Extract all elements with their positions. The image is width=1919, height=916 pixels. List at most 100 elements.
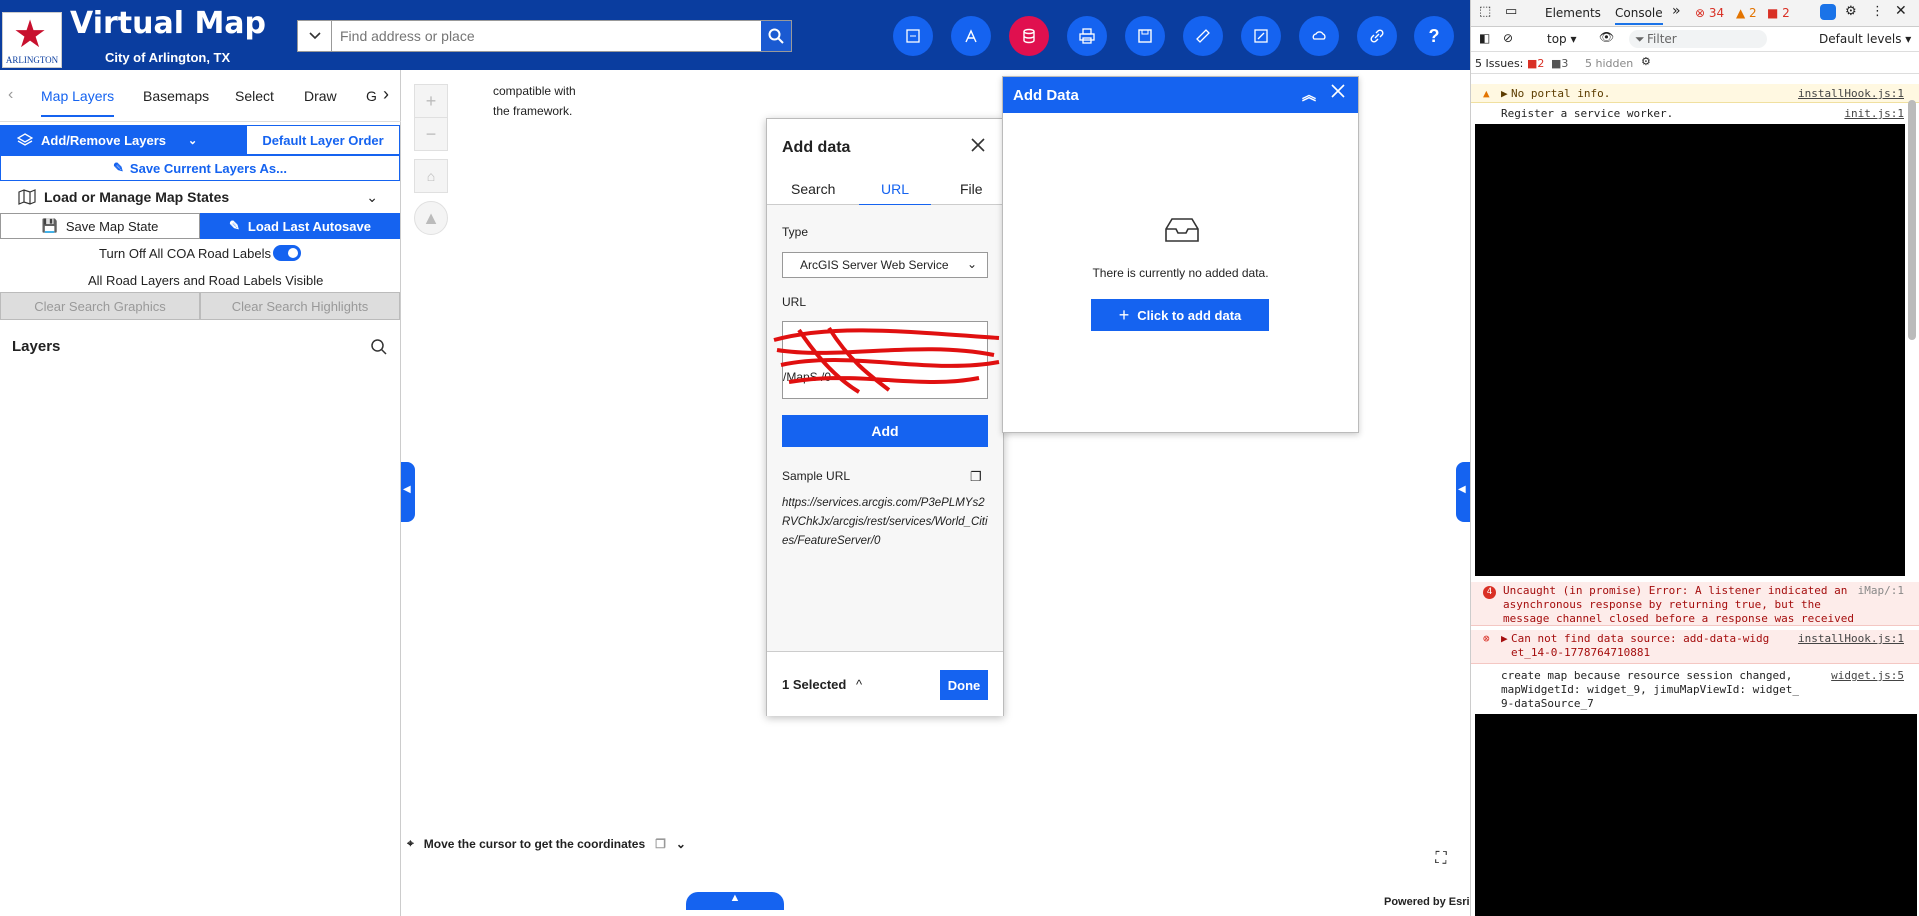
right-panel-expand-handle[interactable]: ◀: [1456, 462, 1470, 522]
tab-search[interactable]: Search: [791, 181, 835, 197]
arlington-logo[interactable]: ★ ARLINGTON: [2, 12, 62, 68]
message-source[interactable]: installHook.js:1: [1798, 87, 1904, 100]
clear-search-highlights-button[interactable]: Clear Search Highlights: [200, 292, 400, 320]
zoom-in-button[interactable]: +: [414, 84, 448, 118]
issues-bar[interactable]: 5 Issues: ■2 ■3 5 hidden ⚙: [1471, 52, 1919, 74]
error-icon: ⊗: [1483, 632, 1490, 645]
type-select[interactable]: ArcGIS Server Web Service ⌄: [782, 252, 988, 278]
clear-console-icon[interactable]: ⊘: [1503, 31, 1513, 45]
message-source[interactable]: iMap/:1: [1858, 584, 1904, 597]
filter-icon: ⏷: [1635, 32, 1645, 46]
coordinate-widget: ⌖ Move the cursor to get the coordinates…: [407, 836, 686, 851]
done-button[interactable]: Done: [940, 670, 988, 700]
help-button[interactable]: ?: [1414, 16, 1454, 56]
inspect-icon[interactable]: ⬚: [1479, 4, 1491, 19]
default-layer-order-button[interactable]: Default Layer Order: [246, 125, 400, 155]
console-message-warning[interactable]: ▲ ▶ No portal info. installHook.js:1: [1471, 84, 1919, 103]
close-icon[interactable]: ✕: [1895, 3, 1907, 19]
warning-badge[interactable]: ▲ 2: [1736, 6, 1757, 20]
console-message-error[interactable]: ⊗ ▶ Can not find data source: add-data-w…: [1471, 630, 1919, 664]
tab-file[interactable]: File: [960, 181, 983, 197]
eye-icon[interactable]: 👁: [1599, 30, 1614, 44]
chevron-right-icon[interactable]: ›: [383, 84, 389, 105]
context-select[interactable]: top ▾: [1547, 32, 1577, 46]
crosshair-icon[interactable]: ⌖: [407, 836, 414, 851]
tab-select[interactable]: Select: [235, 88, 274, 104]
add-remove-layers-button[interactable]: Add/Remove Layers ⌄: [0, 125, 246, 155]
kebab-menu-icon[interactable]: ⋮: [1871, 4, 1884, 19]
compass-button[interactable]: ▲: [414, 201, 448, 235]
log-levels-select[interactable]: Default levels ▾: [1819, 32, 1911, 46]
sidebar-toggle-icon[interactable]: ◧: [1479, 31, 1490, 45]
zoom-out-button[interactable]: −: [414, 117, 448, 151]
save-current-layers-button[interactable]: ✎ Save Current Layers As...: [0, 155, 400, 181]
chevron-left-icon[interactable]: ‹: [8, 86, 13, 104]
console-message-log[interactable]: Register a service worker. init.js:1: [1471, 104, 1919, 123]
close-dialog-button[interactable]: [970, 137, 986, 158]
tab-console[interactable]: Console: [1615, 6, 1663, 25]
search-button[interactable]: [761, 21, 791, 51]
save-map-state-button[interactable]: 💾 Save Map State: [0, 213, 200, 239]
tab-basemaps[interactable]: Basemaps: [143, 88, 209, 104]
filter-placeholder: Filter: [1647, 32, 1677, 46]
gear-icon[interactable]: ⚙: [1845, 4, 1857, 19]
console-message-log[interactable]: create map because resource session chan…: [1471, 667, 1919, 710]
left-panel: ‹ Map Layers Basemaps Select Draw G › Ad…: [0, 70, 401, 916]
caret-left-icon: ◀: [1458, 484, 1466, 495]
bottom-panel-toggle[interactable]: ▲: [686, 892, 784, 910]
device-toggle-icon[interactable]: ▭: [1505, 4, 1517, 19]
measurement-tool-button[interactable]: [1183, 16, 1223, 56]
layers-heading: Layers: [12, 338, 61, 355]
logo-text: ARLINGTON: [5, 55, 59, 65]
message-source[interactable]: init.js:1: [1844, 107, 1904, 120]
powered-by-esri[interactable]: Powered by Esri: [1384, 896, 1470, 908]
error-badge[interactable]: ⊗ 34: [1695, 6, 1724, 20]
url-textarea[interactable]: /MapS /0: [773, 321, 1000, 399]
layer-search-button[interactable]: [370, 338, 388, 361]
message-source[interactable]: installHook.js:1: [1798, 632, 1904, 645]
tab-elements[interactable]: Elements: [1545, 6, 1601, 20]
sample-url-text: https://services.arcgis.com/P3ePLMYs2RVC…: [782, 497, 988, 547]
weather-tool-button[interactable]: [1299, 16, 1339, 56]
load-manage-states-header[interactable]: Load or Manage Map States ⌄: [0, 183, 400, 211]
sync-icon[interactable]: [1820, 4, 1836, 20]
copy-icon[interactable]: ❐: [655, 837, 666, 851]
console-scrollbar[interactable]: [1908, 100, 1916, 340]
warning-icon: ▲: [1483, 87, 1490, 100]
home-button[interactable]: ⌂: [414, 159, 448, 193]
add-data-tool-button[interactable]: [1009, 16, 1049, 56]
search-source-dropdown[interactable]: [298, 21, 332, 51]
console-filter-input[interactable]: ⏷ Filter: [1629, 30, 1767, 48]
legend-tool-button[interactable]: [893, 16, 933, 56]
click-to-add-data-button[interactable]: + Click to add data: [1091, 299, 1269, 331]
console-message-error[interactable]: 4 Uncaught (in promise) Error: A listene…: [1471, 582, 1919, 626]
print-tool-button[interactable]: [1067, 16, 1107, 56]
edit-icon: ✎: [229, 218, 240, 233]
selected-count-toggle[interactable]: 1 Selected ^: [782, 677, 862, 692]
collapse-panel-button[interactable]: ︽: [1302, 85, 1316, 105]
legend-icon: [906, 29, 920, 43]
copy-icon[interactable]: ❐: [970, 469, 982, 485]
add-url-button[interactable]: Add: [782, 415, 988, 447]
clear-search-graphics-button[interactable]: Clear Search Graphics: [0, 292, 200, 320]
search-input[interactable]: [332, 21, 761, 51]
tab-map-layers[interactable]: Map Layers: [41, 88, 115, 117]
edit-tool-button[interactable]: [1241, 16, 1281, 56]
sample-url-label: Sample URL: [782, 469, 851, 483]
road-labels-toggle[interactable]: [273, 245, 301, 261]
chevron-down-icon[interactable]: ⌄: [676, 837, 686, 851]
bookmark-tool-button[interactable]: [1125, 16, 1165, 56]
gear-icon[interactable]: ⚙: [1641, 55, 1651, 68]
info-badge[interactable]: ■ 2: [1767, 6, 1790, 20]
tab-g[interactable]: G: [366, 88, 377, 104]
load-last-autosave-button[interactable]: ✎ Load Last Autosave: [200, 213, 400, 239]
fullscreen-button[interactable]: ⛶: [1428, 846, 1454, 872]
share-link-button[interactable]: [1357, 16, 1397, 56]
tab-url[interactable]: URL: [859, 181, 931, 206]
more-tabs-icon[interactable]: »: [1672, 3, 1681, 19]
left-panel-collapse-handle[interactable]: ◀: [401, 462, 415, 522]
close-panel-button[interactable]: [1330, 83, 1346, 103]
measure-tool-button[interactable]: [951, 16, 991, 56]
tab-draw[interactable]: Draw: [304, 88, 337, 104]
message-source[interactable]: widget.js:5: [1831, 669, 1904, 682]
